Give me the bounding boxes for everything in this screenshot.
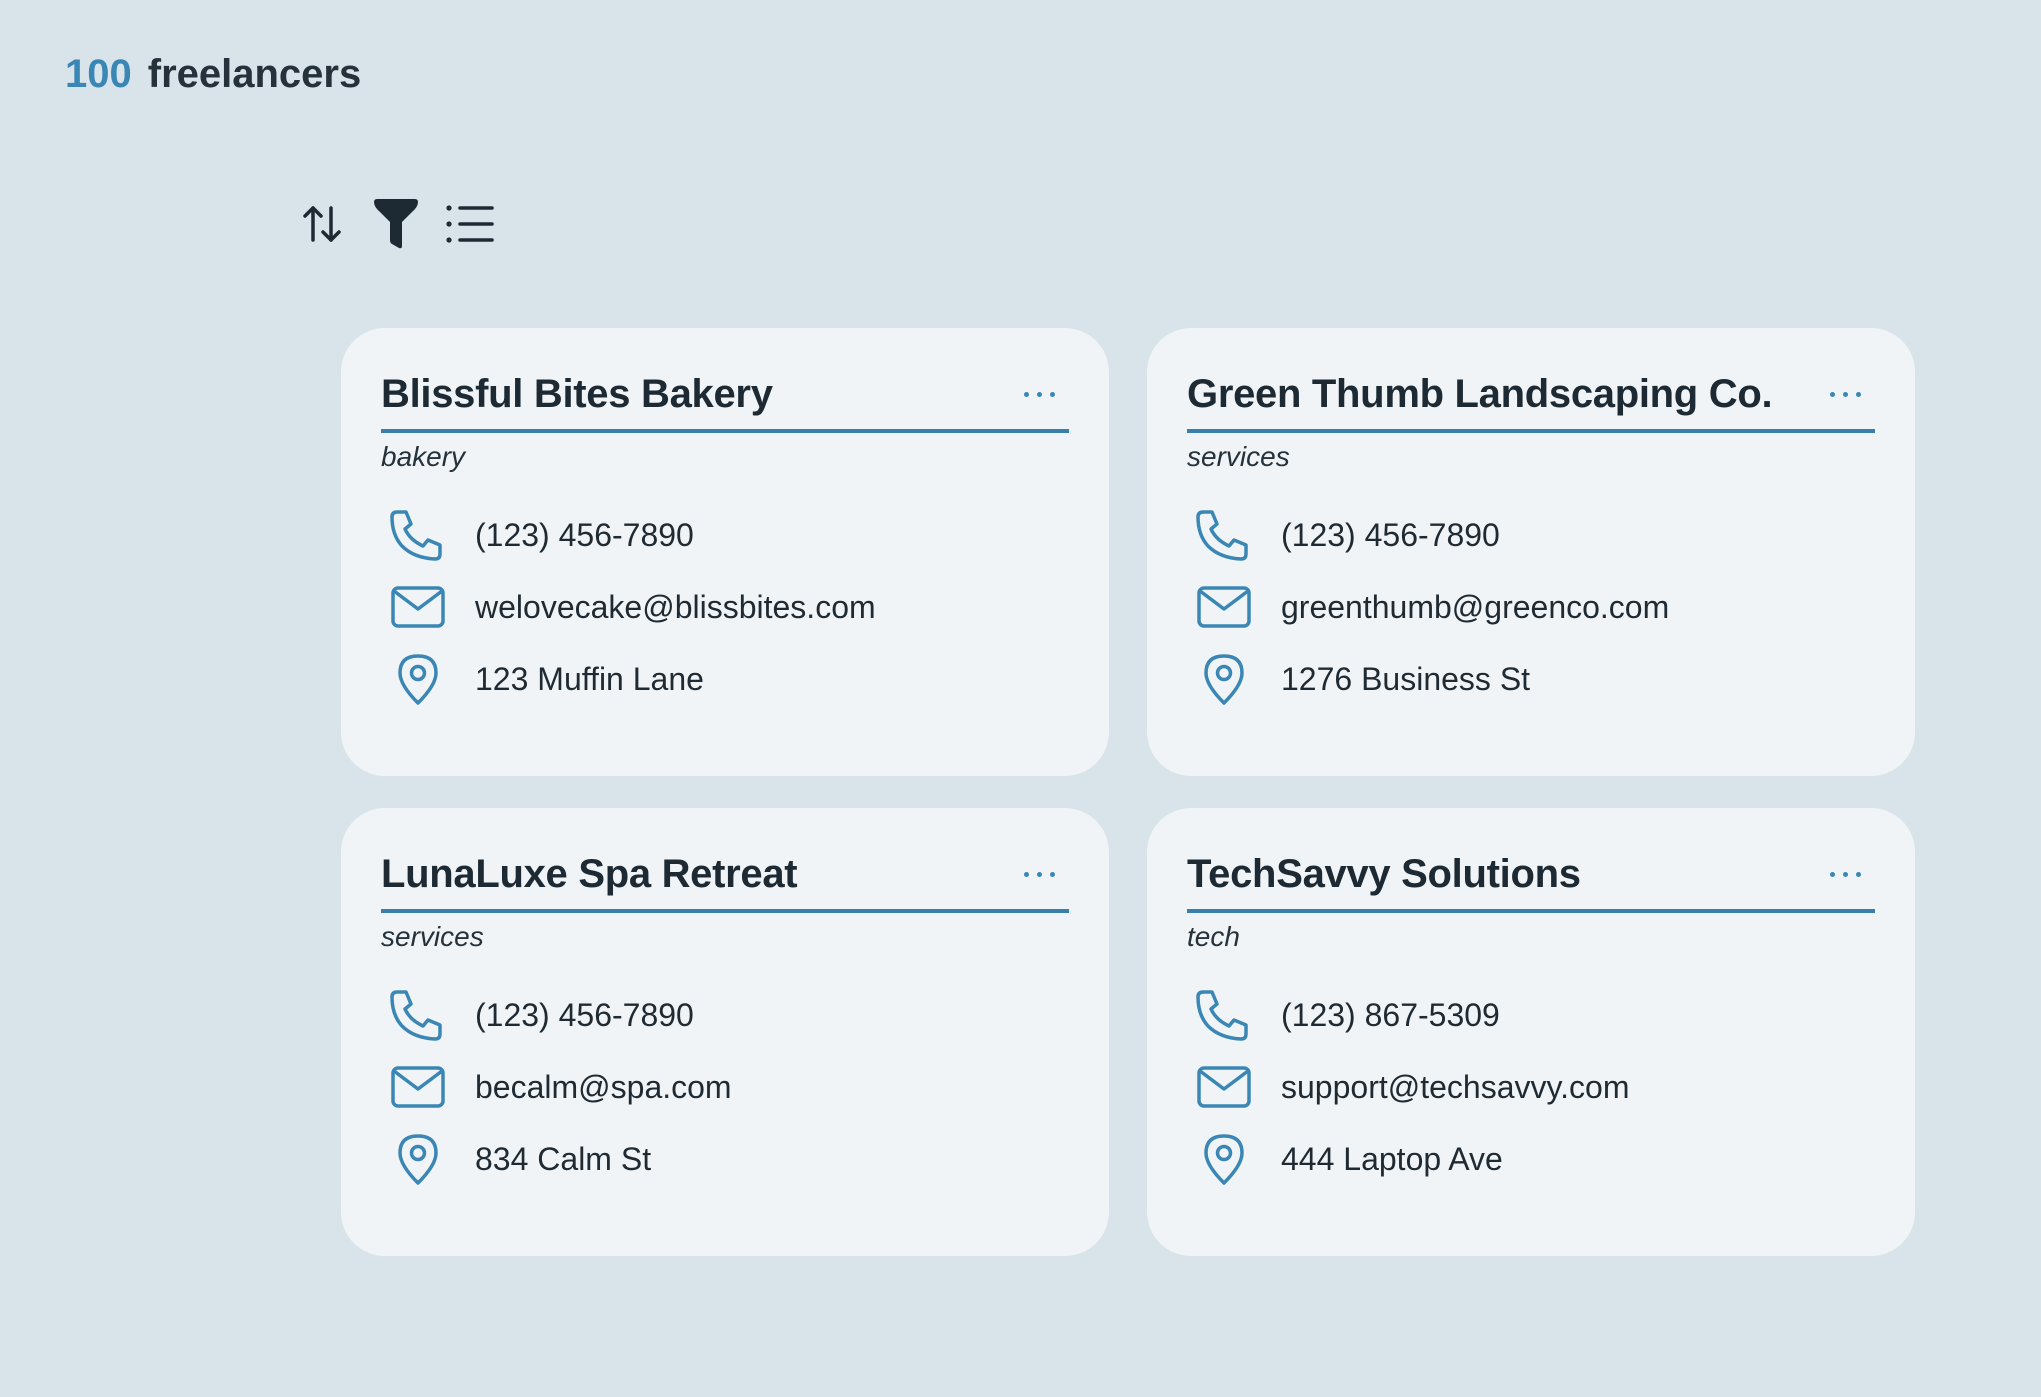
- email-row[interactable]: welovecake@blissbites.com: [381, 571, 1069, 643]
- more-dot-icon: [1023, 872, 1029, 877]
- phone-icon: [1181, 988, 1267, 1042]
- map-pin-icon: [1181, 1133, 1267, 1185]
- phone-number: (123) 456-7890: [475, 996, 694, 1033]
- envelope-icon: [375, 1066, 461, 1108]
- more-dot-icon: [1829, 872, 1835, 877]
- phone-number: (123) 456-7890: [1281, 516, 1500, 553]
- more-dot-icon: [1023, 392, 1029, 397]
- contact-list: (123) 867-5309 support@techsavvy.com 444…: [1187, 979, 1875, 1195]
- card-category: services: [1187, 441, 1290, 472]
- card-header: Green Thumb Landscaping Co.: [1187, 372, 1875, 433]
- envelope-icon: [1181, 586, 1267, 628]
- email-address: becalm@spa.com: [475, 1068, 732, 1105]
- freelancer-count: 100: [65, 52, 132, 96]
- card-category: bakery: [381, 441, 466, 472]
- card-title: Green Thumb Landscaping Co.: [1187, 372, 1773, 416]
- street-address: 834 Calm St: [475, 1140, 652, 1177]
- contact-list: (123) 456-7890 greenthumb@greenco.com 12…: [1187, 499, 1875, 715]
- freelancer-card[interactable]: TechSavvy Solutions tech (123) 867-5309: [1147, 808, 1915, 1256]
- card-header: LunaLuxe Spa Retreat: [381, 852, 1069, 913]
- list-view-button[interactable]: [444, 198, 496, 250]
- freelancer-card[interactable]: Blissful Bites Bakery bakery (123) 456-7…: [341, 328, 1109, 776]
- phone-row[interactable]: (123) 867-5309: [1187, 979, 1875, 1051]
- street-address: 1276 Business St: [1281, 660, 1531, 697]
- toolbar: [296, 198, 496, 250]
- phone-row[interactable]: (123) 456-7890: [1187, 499, 1875, 571]
- phone-row[interactable]: (123) 456-7890: [381, 499, 1069, 571]
- list-view-icon: [446, 205, 494, 243]
- card-header: TechSavvy Solutions: [1187, 852, 1875, 913]
- email-address: support@techsavvy.com: [1281, 1068, 1630, 1105]
- map-pin-icon: [375, 653, 461, 705]
- card-title: TechSavvy Solutions: [1187, 852, 1581, 896]
- address-row[interactable]: 444 Laptop Ave: [1187, 1123, 1875, 1195]
- card-title: LunaLuxe Spa Retreat: [381, 852, 798, 896]
- more-dot-icon: [1842, 392, 1848, 397]
- card-header: Blissful Bites Bakery: [381, 372, 1069, 433]
- email-address: greenthumb@greenco.com: [1281, 588, 1670, 625]
- phone-icon: [375, 988, 461, 1042]
- more-options-button[interactable]: [1819, 380, 1871, 410]
- more-dot-icon: [1855, 872, 1861, 877]
- card-category: services: [381, 921, 484, 952]
- email-row[interactable]: becalm@spa.com: [381, 1051, 1069, 1123]
- card-title: Blissful Bites Bakery: [381, 372, 773, 416]
- more-dot-icon: [1842, 872, 1848, 877]
- freelancer-card[interactable]: Green Thumb Landscaping Co. services (12…: [1147, 328, 1915, 776]
- envelope-icon: [375, 586, 461, 628]
- phone-icon: [1181, 508, 1267, 562]
- map-pin-icon: [375, 1133, 461, 1185]
- more-options-button[interactable]: [1013, 380, 1065, 410]
- more-options-button[interactable]: [1013, 860, 1065, 890]
- more-dot-icon: [1036, 392, 1042, 397]
- phone-number: (123) 456-7890: [475, 516, 694, 553]
- map-pin-icon: [1181, 653, 1267, 705]
- filter-funnel-icon: [374, 199, 418, 249]
- phone-icon: [375, 508, 461, 562]
- page-header: 100 freelancers: [65, 52, 361, 97]
- more-dot-icon: [1036, 872, 1042, 877]
- contact-list: (123) 456-7890 becalm@spa.com 834 Calm S…: [381, 979, 1069, 1195]
- email-address: welovecake@blissbites.com: [475, 588, 876, 625]
- sort-arrows-icon: [303, 206, 341, 242]
- more-dot-icon: [1855, 392, 1861, 397]
- phone-number: (123) 867-5309: [1281, 996, 1500, 1033]
- address-row[interactable]: 123 Muffin Lane: [381, 643, 1069, 715]
- email-row[interactable]: greenthumb@greenco.com: [1187, 571, 1875, 643]
- more-dot-icon: [1049, 392, 1055, 397]
- freelancer-grid: Blissful Bites Bakery bakery (123) 456-7…: [341, 328, 1915, 1256]
- more-dot-icon: [1049, 872, 1055, 877]
- freelancer-card[interactable]: LunaLuxe Spa Retreat services (123) 456-…: [341, 808, 1109, 1256]
- street-address: 444 Laptop Ave: [1281, 1140, 1503, 1177]
- street-address: 123 Muffin Lane: [475, 660, 704, 697]
- email-row[interactable]: support@techsavvy.com: [1187, 1051, 1875, 1123]
- filter-button[interactable]: [370, 198, 422, 250]
- sort-button[interactable]: [296, 198, 348, 250]
- address-row[interactable]: 834 Calm St: [381, 1123, 1069, 1195]
- address-row[interactable]: 1276 Business St: [1187, 643, 1875, 715]
- contact-list: (123) 456-7890 welovecake@blissbites.com: [381, 499, 1069, 715]
- freelancer-label: freelancers: [147, 52, 362, 96]
- envelope-icon: [1181, 1066, 1267, 1108]
- more-dot-icon: [1829, 392, 1835, 397]
- card-category: tech: [1187, 921, 1240, 952]
- more-options-button[interactable]: [1819, 860, 1871, 890]
- phone-row[interactable]: (123) 456-7890: [381, 979, 1069, 1051]
